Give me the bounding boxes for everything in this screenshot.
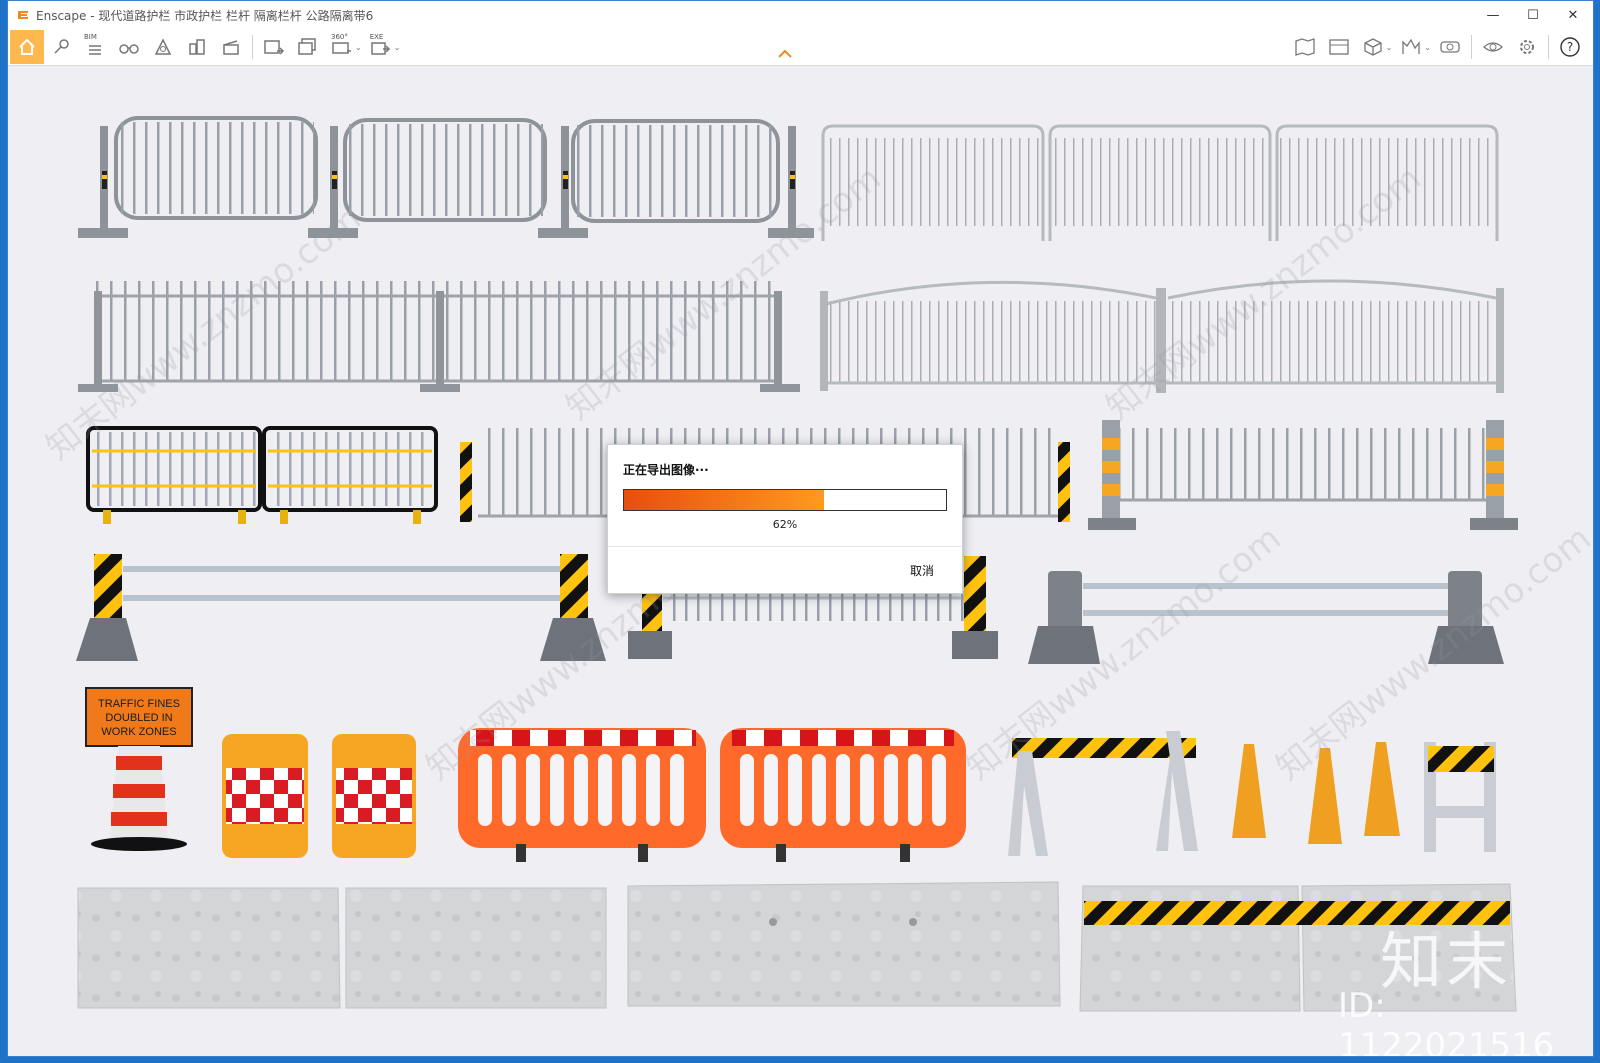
- eye-dropper-button[interactable]: [44, 32, 78, 62]
- map-button[interactable]: [1288, 32, 1322, 62]
- minimize-button[interactable]: —: [1473, 1, 1513, 29]
- chart-button[interactable]: [1394, 32, 1428, 62]
- dialog-divider: [608, 546, 962, 547]
- id-watermark: ID: 1122021516: [1338, 986, 1555, 1057]
- batch-render-icon: [298, 38, 316, 55]
- toolbar-separator: [1471, 35, 1472, 59]
- help-icon: ?: [1560, 37, 1580, 57]
- progress-percent: 62%: [772, 518, 798, 531]
- row6-concrete-barriers: [77, 881, 1517, 1012]
- close-button[interactable]: ✕: [1553, 1, 1593, 29]
- progress-fill: [624, 490, 824, 510]
- cancel-button[interactable]: 取消: [910, 562, 934, 579]
- title-bar[interactable]: Enscape - 现代道路护栏 市政护栏 栏杆 隔离栏杆 公路隔离带6 — ☐…: [8, 1, 1593, 29]
- help-button[interactable]: ?: [1553, 32, 1587, 62]
- binoculars-button[interactable]: [112, 32, 146, 62]
- exe-label: EXE: [369, 33, 384, 41]
- screenshot-icon: [264, 40, 285, 55]
- collapse-toolbar-icon[interactable]: [778, 49, 792, 59]
- sign-line-2: DOUBLED IN: [105, 712, 172, 724]
- visual-settings-icon: [1483, 42, 1503, 52]
- window-title: Enscape - 现代道路护栏 市政护栏 栏杆 隔离栏杆 公路隔离带6: [36, 8, 374, 23]
- gear-icon: [1520, 40, 1534, 54]
- exe-export-button[interactable]: EXE: [364, 32, 398, 62]
- export-progress-bar: [623, 489, 947, 511]
- svg-text:?: ?: [1567, 40, 1573, 54]
- maximize-button[interactable]: ☐: [1513, 1, 1553, 29]
- eye-dropper-icon: [54, 39, 69, 54]
- panorama-button[interactable]: 360°: [325, 32, 359, 62]
- home-icon: [19, 38, 35, 55]
- toolbar-separator: [1548, 35, 1549, 59]
- export-progress-dialog: 正在导出图像··· 62% 取消: [607, 444, 963, 594]
- window-controls: — ☐ ✕: [1473, 1, 1593, 29]
- batch-render-button[interactable]: [291, 32, 325, 62]
- enscape-logo-icon: [18, 11, 28, 19]
- bim-label: BIM: [84, 33, 97, 41]
- home-button[interactable]: [10, 30, 44, 64]
- sign-line-3: WORK ZONES: [101, 726, 176, 738]
- chart-icon: [1402, 38, 1420, 54]
- binoculars-icon: [119, 44, 139, 54]
- map-icon: [1294, 38, 1315, 56]
- toolbar-right: ⌄ ⌄ ?: [1288, 29, 1587, 65]
- sun-icon: [154, 38, 172, 55]
- screenshot-button[interactable]: [257, 32, 291, 62]
- cube-view-icon: [1363, 38, 1382, 56]
- vr-headset-icon: [1440, 41, 1460, 53]
- bim-button[interactable]: BIM: [78, 32, 112, 62]
- dialog-title: 正在导出图像···: [623, 463, 709, 477]
- cube-view-button[interactable]: [1356, 32, 1390, 62]
- settings-button[interactable]: [1510, 32, 1544, 62]
- clapperboard-icon: [223, 40, 239, 55]
- buildings-icon: [189, 39, 205, 55]
- sun-button[interactable]: [146, 32, 180, 62]
- sign-line-1: TRAFFIC FINES: [98, 698, 180, 710]
- panorama-label: 360°: [331, 33, 348, 41]
- toolbar: BIM 360° ⌄ EXE ⌄ ⌄ ⌄ ?: [8, 29, 1593, 66]
- toolbar-separator: [252, 35, 253, 59]
- buildings-button[interactable]: [180, 32, 214, 62]
- clapperboard-button[interactable]: [214, 32, 248, 62]
- asset-library-icon: [1328, 39, 1349, 55]
- visual-settings-button[interactable]: [1476, 32, 1510, 62]
- vr-headset-button[interactable]: [1433, 32, 1467, 62]
- asset-library-button[interactable]: [1322, 32, 1356, 62]
